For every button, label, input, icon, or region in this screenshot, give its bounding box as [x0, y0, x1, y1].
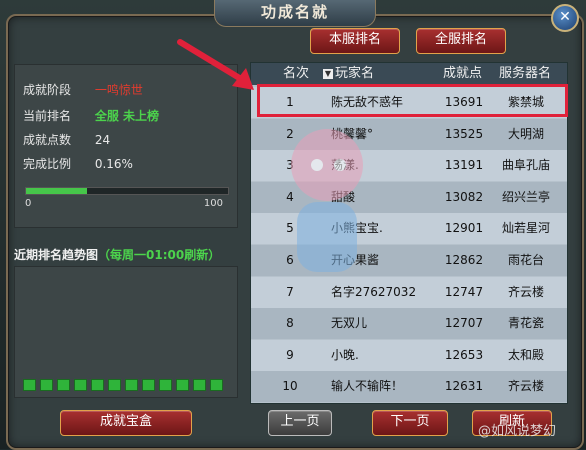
cell-server: 大明湖: [507, 126, 544, 141]
stat-rank: 当前排名 全服 未上榜: [23, 107, 159, 125]
highlight-box: [257, 84, 568, 117]
table-row[interactable]: 8 无双儿 12707 青花瓷: [251, 308, 567, 340]
header-name-label: 玩家名: [335, 66, 375, 81]
cell-score: 12901: [444, 221, 484, 236]
cell-rank: 10: [282, 379, 298, 394]
trend-bar: [74, 379, 87, 391]
trend-bar: [57, 379, 70, 391]
header-server: 服务器名: [499, 66, 552, 81]
stat-rank-value: 全服 未上榜: [94, 109, 160, 123]
trend-note: （每周一01:00刷新）: [98, 248, 221, 262]
close-icon[interactable]: ✕: [551, 4, 579, 32]
stat-points-value: 24: [94, 133, 111, 147]
stat-stage-label: 成就阶段: [23, 83, 72, 97]
trend-bar: [159, 379, 172, 391]
cell-server: 齐云楼: [507, 379, 544, 394]
progress-min: 0: [25, 198, 32, 209]
cell-server: 曲阜孔庙: [501, 158, 550, 173]
stat-percent-value: 0.16%: [94, 157, 133, 171]
prev-page-button[interactable]: 上一页: [268, 410, 332, 436]
stat-percent: 完成比例 0.16%: [23, 155, 133, 173]
watermark-text: @如风说梦幻: [478, 424, 557, 439]
progress-max: 100: [203, 198, 223, 209]
red-arrow-icon: [177, 39, 254, 90]
progress-bar: [25, 187, 229, 195]
stat-stage-value: 一鸣惊世: [94, 83, 143, 97]
header-name[interactable]: ▼ 玩家名: [323, 63, 374, 85]
cell-server: 太和殿: [507, 347, 544, 362]
cell-server: 灿若星河: [501, 221, 550, 236]
sort-icon[interactable]: ▼: [323, 68, 333, 79]
header-score: 成就点: [443, 66, 483, 81]
cell-name: 输人不输阵！: [331, 379, 404, 394]
cell-rank: 9: [286, 347, 294, 362]
stat-rank-label: 当前排名: [23, 109, 72, 123]
trend-bar: [142, 379, 155, 391]
next-page-button[interactable]: 下一页: [372, 410, 448, 436]
cell-score: 13082: [444, 189, 484, 204]
table-row[interactable]: 9 小晚. 12653 太和殿: [251, 339, 567, 371]
trend-title: 近期排名趋势图（每周一01:00刷新）: [14, 246, 220, 263]
cell-rank: 8: [286, 316, 294, 331]
stat-points-label: 成就点数: [23, 133, 72, 147]
tab-all-rank[interactable]: 全服排名: [416, 28, 506, 54]
stat-points: 成就点数 24: [23, 131, 110, 149]
cell-name: 名字27627032: [331, 284, 417, 299]
stat-percent-label: 完成比例: [23, 157, 72, 171]
trend-bar: [210, 379, 223, 391]
table-header: 名次 ▼ 玩家名 成就点 服务器名: [251, 63, 567, 85]
trend-bar: [176, 379, 189, 391]
cell-server: 齐云楼: [507, 284, 544, 299]
cell-score: 12707: [444, 316, 484, 331]
cell-rank: 7: [286, 284, 294, 299]
achievement-box-button[interactable]: 成就宝盒: [60, 410, 192, 436]
cell-score: 13525: [444, 126, 484, 141]
cell-score: 13191: [444, 158, 484, 173]
trend-title-text: 近期排名趋势图: [14, 248, 99, 262]
trend-chart: [14, 266, 238, 398]
trend-bar: [108, 379, 121, 391]
table-row[interactable]: 10 输人不输阵！ 12631 齐云楼: [251, 371, 567, 403]
tab-server-rank[interactable]: 本服排名: [310, 28, 400, 54]
trend-bar: [125, 379, 138, 391]
window-title: 功成名就: [214, 0, 376, 27]
cell-name: 无双儿: [331, 316, 368, 331]
cell-server: 青花瓷: [507, 316, 544, 331]
cell-score: 12653: [444, 347, 484, 362]
cell-name: 小晚.: [331, 347, 359, 362]
trend-bar: [23, 379, 36, 391]
cell-score: 12862: [444, 253, 484, 267]
cell-score: 12747: [444, 284, 484, 299]
progress-fill: [26, 188, 87, 194]
trend-bar: [40, 379, 53, 391]
mascot-watermark-icon: [291, 129, 363, 272]
header-rank: 名次: [283, 66, 310, 81]
table-row[interactable]: 7 名字27627032 12747 齐云楼: [251, 276, 567, 308]
cell-score: 12631: [444, 379, 484, 394]
stat-stage: 成就阶段 一鸣惊世: [23, 81, 143, 99]
cell-server: 雨花台: [507, 253, 544, 267]
trend-bar: [91, 379, 104, 391]
trend-bar: [193, 379, 206, 391]
cell-server: 绍兴兰亭: [501, 189, 550, 204]
trend-bars: [23, 379, 223, 391]
